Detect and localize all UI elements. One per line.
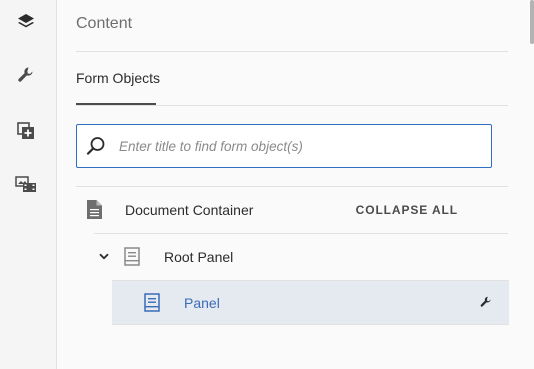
wrench-icon[interactable] [479, 295, 493, 309]
media-icon [15, 176, 36, 192]
panel-icon [124, 246, 142, 267]
tree-label-document-container: Document Container [125, 201, 254, 218]
panel-icon [144, 292, 162, 313]
tab-divider [76, 105, 508, 106]
collapse-all-button[interactable]: COLLAPSE ALL [356, 203, 458, 217]
search-input[interactable] [119, 138, 479, 154]
add-component-button[interactable] [13, 118, 39, 144]
search-icon [86, 136, 106, 156]
content-panel: Content Form Objects Document Container … [58, 0, 530, 369]
document-icon [87, 199, 105, 220]
tree-label-root-panel: Root Panel [164, 248, 234, 265]
tree-row-panel[interactable]: Panel [112, 280, 509, 325]
layers-icon [18, 14, 34, 28]
tree-label-panel: Panel [184, 294, 220, 311]
search-box [76, 124, 492, 168]
panel-title: Content [76, 15, 133, 32]
left-rail [0, 0, 57, 369]
tree-row-document-container[interactable]: Document Container COLLAPSE ALL [76, 186, 508, 232]
wrench-icon [18, 67, 33, 82]
scrollbar[interactable] [530, 0, 534, 369]
title-divider [76, 51, 508, 52]
add-panel-icon [17, 122, 34, 139]
assets-button[interactable] [13, 171, 39, 197]
tab-form-objects[interactable]: Form Objects [76, 70, 160, 86]
properties-button[interactable] [13, 62, 39, 88]
layers-button[interactable] [13, 9, 39, 35]
tree-row-root-panel[interactable]: Root Panel [94, 233, 508, 279]
chevron-down-icon[interactable] [97, 250, 111, 264]
scrollbar-thumb[interactable] [530, 0, 534, 44]
